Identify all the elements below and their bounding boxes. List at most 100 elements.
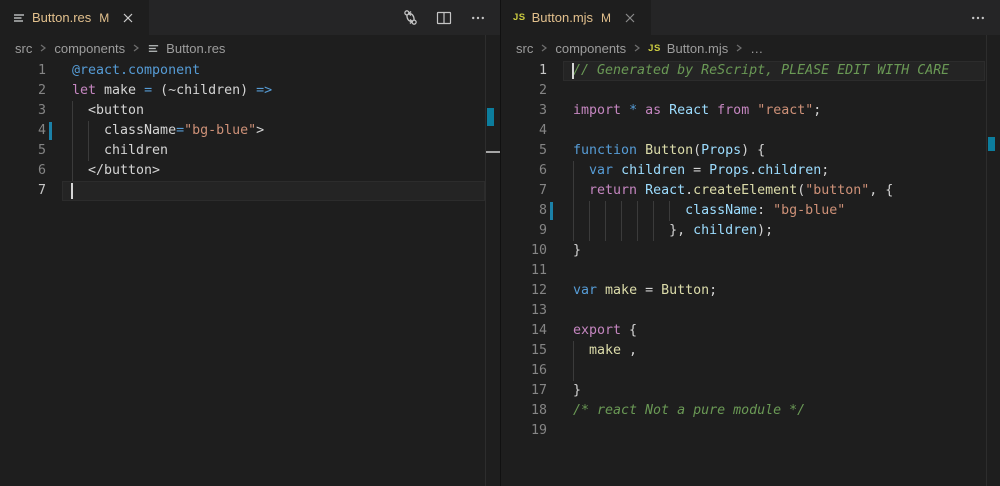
- line-content: function Button(Props) {: [573, 141, 765, 161]
- line-number: 13: [501, 301, 547, 321]
- more-actions-icon[interactable]: [468, 8, 488, 28]
- code-line-19[interactable]: 19: [501, 421, 1000, 441]
- chevron-right-icon: [735, 43, 743, 53]
- code-token: children: [757, 163, 821, 178]
- breadcrumb-item-file[interactable]: Button.res: [166, 41, 225, 56]
- breadcrumb-item-components[interactable]: components: [555, 41, 626, 56]
- line-content: import * as React from "react";: [573, 101, 821, 121]
- code-line-6[interactable]: 6 </button>: [0, 161, 500, 181]
- breadcrumb-item-src[interactable]: src: [516, 41, 533, 56]
- code-line-6[interactable]: 6 var children = Props.children;: [501, 161, 1000, 181]
- code-token: React: [669, 103, 709, 118]
- code-token: {: [621, 323, 637, 338]
- code-token: [637, 183, 645, 198]
- code-token: =: [685, 163, 709, 178]
- indent-guide: [605, 221, 606, 241]
- more-actions-icon[interactable]: [968, 8, 988, 28]
- code-line-17[interactable]: 17}: [501, 381, 1000, 401]
- line-content: }: [573, 381, 581, 401]
- indent-guide: [589, 201, 590, 221]
- line-content: children: [72, 141, 168, 161]
- code-token: make: [605, 283, 637, 298]
- code-line-16[interactable]: 16: [501, 361, 1000, 381]
- indent-guide: [589, 221, 590, 241]
- code-line-3[interactable]: 3import * as React from "react";: [501, 101, 1000, 121]
- tabbar-left: Button.res M: [0, 0, 500, 35]
- code-token: "bg-blue": [773, 203, 845, 218]
- editor-pane-right: JS Button.mjs M src components JS Button…: [501, 0, 1000, 486]
- code-line-8[interactable]: 8 className: "bg-blue": [501, 201, 1000, 221]
- code-line-7[interactable]: 7 return React.createElement("button", {: [501, 181, 1000, 201]
- line-number: 4: [0, 121, 46, 141]
- code-token: createElement: [693, 183, 797, 198]
- code-line-12[interactable]: 12var make = Button;: [501, 281, 1000, 301]
- line-number: 1: [0, 61, 46, 81]
- tab-close-icon[interactable]: [119, 9, 137, 27]
- tab-close-icon[interactable]: [621, 9, 639, 27]
- breadcrumb-item-src[interactable]: src: [15, 41, 32, 56]
- code-token: }: [573, 383, 581, 398]
- code-editor-mjs[interactable]: 1// Generated by ReScript, PLEASE EDIT W…: [501, 61, 1000, 486]
- code-line-3[interactable]: 3 <button: [0, 101, 500, 121]
- code-line-9[interactable]: 9 }, children);: [501, 221, 1000, 241]
- tabbar-right: JS Button.mjs M: [501, 0, 1000, 35]
- line-content: </button>: [72, 161, 160, 181]
- code-token: (: [693, 143, 701, 158]
- code-token: =: [144, 83, 152, 98]
- code-line-5[interactable]: 5 children: [0, 141, 500, 161]
- line-number: 7: [501, 181, 547, 201]
- code-token: =>: [256, 83, 272, 98]
- tab-label: Button.res: [32, 10, 91, 25]
- indent-guide: [637, 201, 638, 221]
- javascript-icon: JS: [513, 12, 526, 23]
- code-line-2[interactable]: 2let make = (~children) =>: [0, 81, 500, 101]
- tab-modified-badge: M: [99, 11, 109, 25]
- breadcrumb-item-components[interactable]: components: [54, 41, 125, 56]
- code-token: [573, 343, 589, 358]
- line-number: 18: [501, 401, 547, 421]
- code-line-1[interactable]: 1// Generated by ReScript, PLEASE EDIT W…: [501, 61, 1000, 81]
- open-changes-icon[interactable]: [400, 8, 420, 28]
- code-line-18[interactable]: 18/* react Not a pure module */: [501, 401, 1000, 421]
- code-line-5[interactable]: 5function Button(Props) {: [501, 141, 1000, 161]
- code-token: as: [645, 103, 661, 118]
- code-line-4[interactable]: 4: [501, 121, 1000, 141]
- code-line-2[interactable]: 2: [501, 81, 1000, 101]
- line-number: 6: [501, 161, 547, 181]
- chevron-right-icon: [132, 43, 140, 53]
- indent-guide: [621, 201, 622, 221]
- tab-button-res[interactable]: Button.res M: [0, 0, 149, 35]
- code-token: var: [573, 283, 597, 298]
- code-editor-res[interactable]: 1 @react.component2let make = (~children)…: [0, 61, 500, 486]
- line-content: @react.component: [72, 61, 200, 81]
- line-number: 2: [0, 81, 46, 101]
- tab-button-mjs[interactable]: JS Button.mjs M: [501, 0, 651, 35]
- code-line-15[interactable]: 15 make ,: [501, 341, 1000, 361]
- code-token: "react": [757, 103, 813, 118]
- code-line-1[interactable]: 1 @react.component: [0, 61, 500, 81]
- code-token: ;: [813, 103, 821, 118]
- line-number: 17: [501, 381, 547, 401]
- line-content: }, children);: [573, 221, 773, 241]
- code-token: (~children): [152, 83, 256, 98]
- code-line-4[interactable]: 4 className="bg-blue">: [0, 121, 500, 141]
- code-line-7[interactable]: 7: [0, 181, 500, 201]
- split-editor-icon[interactable]: [434, 8, 454, 28]
- line-number: 15: [501, 341, 547, 361]
- breadcrumb-symbol-ellipsis[interactable]: …: [750, 41, 763, 56]
- code-line-13[interactable]: 13: [501, 301, 1000, 321]
- tab-label: Button.mjs: [532, 10, 593, 25]
- code-token: children: [621, 163, 685, 178]
- line-content: return React.createElement("button", {: [573, 181, 893, 201]
- code-token: Props: [709, 163, 749, 178]
- line-content: }: [573, 241, 581, 261]
- line-number: 8: [501, 201, 547, 221]
- code-token: }: [573, 243, 581, 258]
- code-line-10[interactable]: 10}: [501, 241, 1000, 261]
- code-token: </button>: [72, 163, 160, 178]
- code-token: <button: [72, 103, 144, 118]
- code-line-11[interactable]: 11: [501, 261, 1000, 281]
- breadcrumb-item-file[interactable]: Button.mjs: [667, 41, 728, 56]
- code-token: =: [176, 123, 184, 138]
- code-line-14[interactable]: 14export {: [501, 321, 1000, 341]
